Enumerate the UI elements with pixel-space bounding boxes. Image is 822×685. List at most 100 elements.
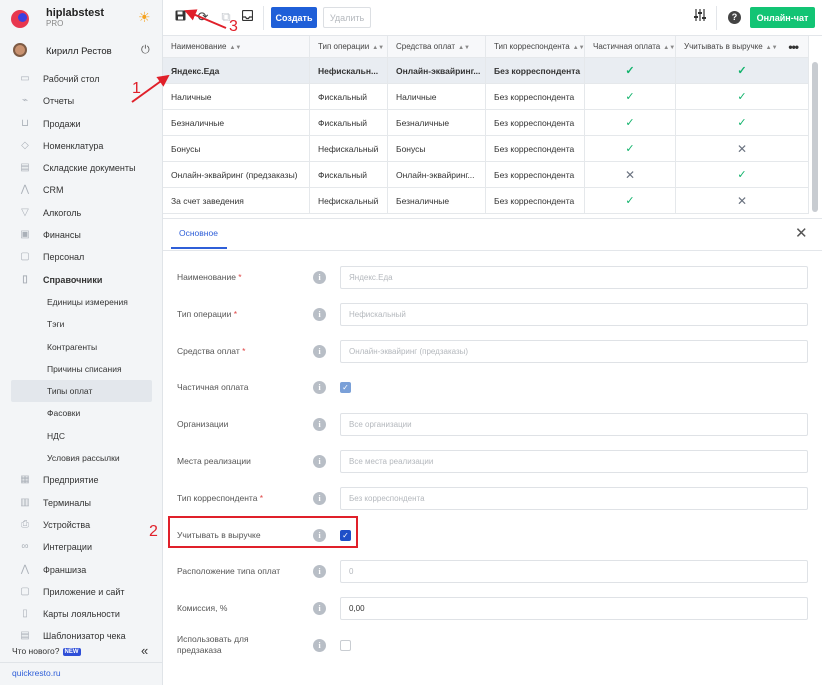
refresh-icon[interactable]: ⟳ <box>195 9 211 25</box>
tab-main[interactable]: Основное <box>179 228 218 238</box>
delete-button[interactable]: Удалить <box>323 7 371 28</box>
sidebar-item[interactable]: ▯ Справочники <box>0 269 163 291</box>
sidebar-item[interactable]: ▣ Финансы <box>0 224 163 246</box>
sidebar-divider <box>0 662 163 663</box>
sidebar-item[interactable]: ▤ Шаблонизатор чека <box>0 625 163 647</box>
form-input[interactable]: Все места реализации <box>340 450 808 473</box>
sort-icon[interactable]: ▲▼ <box>663 45 675 51</box>
sidebar-item[interactable]: ▽ Алкоголь <box>0 202 163 224</box>
table-row[interactable]: За счет заведения Нефискальный Безналичные… <box>163 188 809 214</box>
sidebar-item[interactable]: ▤ Складские документы <box>0 157 163 179</box>
form-input[interactable]: 0 <box>340 560 808 584</box>
table-row[interactable]: Безналичные Фискальный Безналичные Без корр… <box>163 110 809 136</box>
sidebar-item[interactable]: ▢ Приложение и сайт <box>0 581 163 603</box>
table-row[interactable]: Бонусы Нефискальный Бонусы Без корреспонден… <box>163 136 809 162</box>
column-header[interactable]: Тип операции ▲▼ <box>310 36 388 57</box>
building-icon: ▦ <box>20 474 30 486</box>
column-header[interactable]: Средства оплат ▲▼ <box>388 36 486 57</box>
info-icon[interactable]: i <box>313 271 326 284</box>
info-icon[interactable]: i <box>313 418 326 432</box>
sidebar-subitem[interactable]: Условия рассылки <box>0 447 163 469</box>
sidebar-subitem[interactable]: НДС <box>0 425 163 447</box>
form-input[interactable]: 0,00 <box>340 597 808 621</box>
table-cell: Фискальный <box>310 110 388 135</box>
sidebar-item[interactable]: ⎙ Устройства <box>0 514 163 536</box>
sidebar-item-label: Франшиза <box>43 564 87 575</box>
user-row[interactable]: Кирилл Рестов ⏻ <box>0 40 163 62</box>
sidebar-item[interactable]: ⋀ CRM <box>0 179 163 201</box>
field-label-text: Тип корреспондента <box>177 492 258 503</box>
collapse-sidebar-icon[interactable]: « <box>141 643 148 658</box>
sidebar-item[interactable]: ⊔ Продажи <box>0 113 163 135</box>
sidebar-item[interactable]: ▦ Предприятие <box>0 469 163 491</box>
sort-icon[interactable]: ▲▼ <box>573 45 584 51</box>
card-icon: ▯ <box>22 608 28 620</box>
form-input[interactable]: Нефискальный <box>340 302 808 326</box>
info-icon[interactable]: i <box>313 307 326 321</box>
table-scrollbar[interactable] <box>812 62 818 212</box>
form-input[interactable]: Все организации <box>340 413 808 437</box>
table-cell: Онлайн-эквайринг... <box>388 162 486 187</box>
cross-icon: ✕ <box>585 162 676 187</box>
form-input[interactable]: Яндекс.Еда <box>340 266 808 289</box>
column-header[interactable]: Наименование ▲▼ <box>163 36 310 57</box>
column-header[interactable]: Тип корреспондента ▲▼ <box>486 36 585 57</box>
sidebar-item-label: Персонал <box>43 252 85 263</box>
sidebar-subitem[interactable]: Единицы измерения <box>0 291 163 313</box>
table-cell: Нефискальный <box>310 188 388 213</box>
close-icon[interactable]: ✕ <box>795 224 808 242</box>
sidebar-subitem[interactable]: Фасовки <box>0 402 163 424</box>
table-cell: Без корреспондента <box>486 188 585 213</box>
info-icon[interactable]: i <box>313 381 326 395</box>
checkbox[interactable] <box>340 640 351 651</box>
sidebar-nav: ▭ Рабочий стол ⌁ Отчеты ⊔ Продажи ◇ Номенклатур… <box>0 68 163 648</box>
columns-settings-icon[interactable] <box>692 9 708 24</box>
check-icon: ✓ <box>585 58 676 83</box>
table-cell: Нефискальн... <box>310 58 388 83</box>
more-icon[interactable]: ••• <box>788 36 799 57</box>
tab-underline <box>171 247 227 249</box>
sort-icon[interactable]: ▲▼ <box>372 45 384 51</box>
table-row[interactable]: Яндекс.Еда Нефискальн... Онлайн-эквайринг.… <box>163 58 809 84</box>
info-icon[interactable]: i <box>313 602 326 616</box>
info-icon[interactable]: i <box>313 344 326 358</box>
sort-icon[interactable]: ▲▼ <box>229 45 241 51</box>
column-header[interactable]: Учитывать в выручке ▲▼ ••• <box>676 36 809 57</box>
sidebar-item[interactable]: ◇ Номенклатура <box>0 135 163 157</box>
sort-icon[interactable]: ▲▼ <box>766 45 778 51</box>
info-icon[interactable]: i <box>313 639 326 652</box>
save-icon[interactable] <box>172 9 188 24</box>
sidebar-item[interactable]: ▥ Терминалы <box>0 492 163 514</box>
form-input[interactable]: Онлайн-эквайринг (предзаказы) <box>340 339 808 363</box>
sidebar-item[interactable]: ∞ Интеграции <box>0 536 163 558</box>
sidebar-item[interactable]: ▢ Персонал <box>0 246 163 268</box>
sidebar-item-label: Терминалы <box>43 497 91 508</box>
sort-icon[interactable]: ▲▼ <box>458 45 470 51</box>
info-icon[interactable]: i <box>313 565 326 579</box>
info-icon[interactable]: i <box>313 455 326 468</box>
create-button[interactable]: Создать <box>271 7 317 28</box>
sidebar-item[interactable]: ⋀ Франшиза <box>0 559 163 581</box>
checkbox[interactable]: ✓ <box>340 382 351 394</box>
whats-new-label: Что нового? <box>12 646 60 656</box>
sidebar-subitem[interactable]: Контрагенты <box>0 336 163 358</box>
online-chat-button[interactable]: Онлайн-чат <box>750 7 815 28</box>
sidebar-subitem[interactable]: Типы оплат <box>11 380 152 403</box>
brand[interactable]: hiplabstest PRO ☀ <box>0 0 163 36</box>
power-icon[interactable]: ⏻ <box>141 44 150 57</box>
help-icon[interactable]: ? <box>728 11 741 24</box>
form-input[interactable]: Без корреспондента <box>340 486 808 510</box>
column-header[interactable]: Частичная оплата ▲▼ <box>585 36 676 57</box>
sidebar-subitem[interactable]: Тэги <box>0 313 163 335</box>
whats-new-link[interactable]: Что нового? NEW <box>12 646 81 656</box>
sidebar-item[interactable]: ▯ Карты лояльности <box>0 603 163 625</box>
sun-icon[interactable]: ☀ <box>138 9 151 26</box>
site-link[interactable]: quickresto.ru <box>12 668 61 678</box>
info-icon[interactable]: i <box>313 491 326 505</box>
table-row[interactable]: Наличные Фискальный Наличные Без корреспонд… <box>163 84 809 110</box>
sidebar-subitem[interactable]: Причины списания <box>0 358 163 380</box>
sidebar-item-label: Складские документы <box>43 163 136 174</box>
inbox-icon[interactable] <box>239 9 255 24</box>
annotation-1: 1 <box>132 80 141 97</box>
table-row[interactable]: Онлайн-эквайринг (предзаказы) Фискальный О… <box>163 162 809 188</box>
